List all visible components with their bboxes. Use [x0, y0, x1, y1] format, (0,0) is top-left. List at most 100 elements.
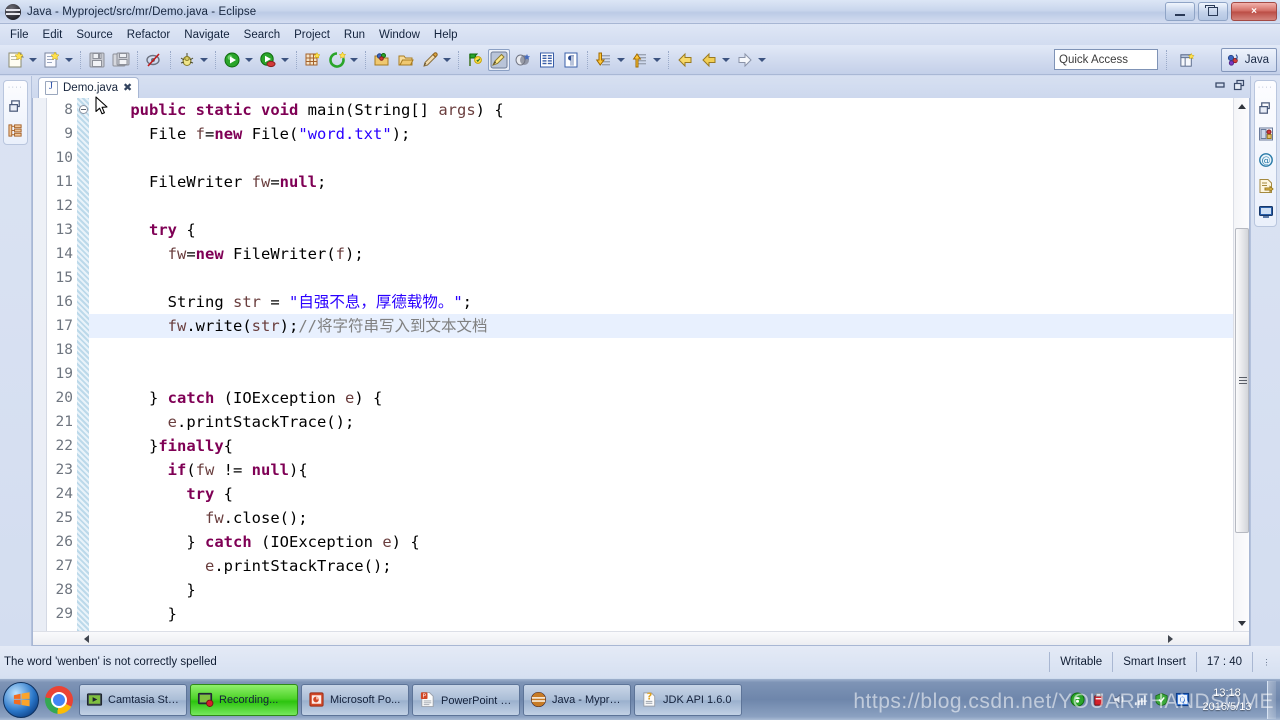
quick-access-input[interactable]: Quick Access [1054, 49, 1158, 70]
code-line[interactable]: } [89, 578, 1233, 602]
code-line[interactable]: e.printStackTrace(); [89, 410, 1233, 434]
save-icon[interactable] [86, 49, 108, 71]
code-line[interactable]: fw=new FileWriter(f); [89, 242, 1233, 266]
package-explorer-icon[interactable] [7, 121, 25, 139]
show-whitespace-icon[interactable] [536, 49, 558, 71]
scroll-down-icon[interactable] [1234, 615, 1249, 631]
new-java-project-icon[interactable] [302, 49, 324, 71]
drag-handle-dots[interactable]: ···· [8, 84, 23, 91]
code-line[interactable]: }finally{ [89, 434, 1233, 458]
antivirus-icon[interactable] [1090, 692, 1106, 708]
taskbar-clock[interactable]: 13:18 2016/5/13 [1195, 686, 1259, 714]
debug-dropdown-icon[interactable] [199, 50, 209, 70]
back-dropdown-icon[interactable] [721, 50, 731, 70]
run-coverage-dropdown-icon[interactable] [280, 50, 290, 70]
volume-icon[interactable] [1111, 692, 1127, 708]
close-button[interactable]: × [1231, 2, 1277, 21]
code-line[interactable] [89, 338, 1233, 362]
previous-annotation-dropdown-icon[interactable] [652, 50, 662, 70]
code-line[interactable]: e.printStackTrace(); [89, 554, 1233, 578]
scroll-up-icon[interactable] [1234, 98, 1249, 114]
code-text[interactable]: public static void main(String[] args) {… [89, 98, 1233, 631]
last-edit-location-icon[interactable] [464, 49, 486, 71]
show-desktop-button[interactable] [1267, 680, 1276, 719]
save-all-icon[interactable] [110, 49, 132, 71]
console-view-icon[interactable] [1257, 203, 1275, 221]
scroll-right-icon[interactable] [1163, 632, 1177, 645]
taskbar-item-camtasia[interactable]: Camtasia Stu... [79, 683, 187, 716]
open-task-icon[interactable] [395, 49, 417, 71]
code-line[interactable]: try { [89, 482, 1233, 506]
declaration-view-icon[interactable] [1257, 177, 1275, 195]
menu-navigate[interactable]: Navigate [177, 27, 236, 43]
drag-handle-dots[interactable]: ···· [1258, 84, 1273, 91]
code-line[interactable]: public static void main(String[] args) { [89, 98, 1233, 122]
run-coverage-icon[interactable] [257, 49, 279, 71]
taskbar-item-jdk-api[interactable]: ? JDK API 1.6.0 [634, 683, 742, 716]
minimize-editor-icon[interactable] [1213, 78, 1227, 92]
sogou-input-icon[interactable] [1069, 692, 1085, 708]
scroll-left-icon[interactable] [79, 632, 93, 645]
start-button[interactable] [3, 681, 39, 718]
folding-collapse-icon[interactable] [79, 105, 88, 114]
menu-source[interactable]: Source [69, 27, 119, 43]
maximize-editor-icon[interactable] [1232, 78, 1246, 92]
menu-file[interactable]: File [3, 27, 36, 43]
next-annotation-icon[interactable] [593, 49, 615, 71]
next-annotation-dropdown-icon[interactable] [616, 50, 626, 70]
code-line[interactable]: FileWriter fw=null; [89, 170, 1233, 194]
menu-help[interactable]: Help [427, 27, 465, 43]
code-line[interactable]: if(fw != null){ [89, 458, 1233, 482]
folding-ruler[interactable] [77, 98, 89, 631]
new-java-class-dropdown-icon[interactable] [64, 50, 74, 70]
perspective-java-button[interactable]: Java [1220, 48, 1277, 72]
code-line[interactable] [89, 362, 1233, 386]
horizontal-scrollbar[interactable] [33, 631, 1249, 645]
debug-icon[interactable] [176, 49, 198, 71]
menu-search[interactable]: Search [237, 27, 287, 43]
link-with-editor-icon[interactable] [512, 49, 534, 71]
search-pencil-dropdown-icon[interactable] [442, 50, 452, 70]
forward-icon[interactable] [734, 49, 756, 71]
new-wizard-icon[interactable] [5, 49, 27, 71]
back-icon[interactable] [674, 49, 696, 71]
network-signal-icon[interactable] [1132, 692, 1148, 708]
code-line[interactable]: } [89, 602, 1233, 626]
new-wizard-dropdown-icon[interactable] [28, 50, 38, 70]
back-alt-icon[interactable] [698, 49, 720, 71]
outline-view-icon[interactable] [1257, 125, 1275, 143]
menu-window[interactable]: Window [372, 27, 427, 43]
360-shield-icon[interactable] [1153, 692, 1169, 708]
taskbar-item-eclipse[interactable]: Java - Myproj... [523, 683, 631, 716]
editor-tab-demo-java[interactable]: Demo.java ✖ [38, 77, 140, 98]
restore-view-icon[interactable] [7, 97, 25, 115]
qq-icon[interactable]: Q [1174, 692, 1190, 708]
external-tools-icon[interactable] [326, 49, 348, 71]
code-line[interactable]: File f=new File("word.txt"); [89, 122, 1233, 146]
menu-run[interactable]: Run [337, 27, 372, 43]
taskbar-chrome-icon[interactable] [45, 685, 73, 714]
run-dropdown-icon[interactable] [244, 50, 254, 70]
toggle-breakpoint-skip-icon[interactable] [143, 49, 165, 71]
code-line[interactable]: try { [89, 218, 1233, 242]
status-resize-handle[interactable]: ⋮ [1252, 652, 1280, 672]
code-line[interactable]: fw.close(); [89, 506, 1233, 530]
toggle-mark-occurrences-icon[interactable] [488, 48, 510, 71]
code-line[interactable]: } catch (IOException e) { [89, 530, 1233, 554]
code-line[interactable]: fw.write(str);//将字符串写入到文本文档 [89, 314, 1233, 338]
code-line[interactable] [89, 194, 1233, 218]
javadoc-view-icon[interactable]: @ [1257, 151, 1275, 169]
vertical-scroll-thumb[interactable] [1235, 228, 1249, 533]
open-type-icon[interactable] [371, 49, 393, 71]
run-icon[interactable] [221, 49, 243, 71]
code-line[interactable]: String str = "自强不息，厚德载物。"; [89, 290, 1233, 314]
search-pencil-icon[interactable] [419, 49, 441, 71]
code-editor[interactable]: 8 9 10 11 12 13 14 15 16 17 18 19 20 21 22 23 24 25 26 27 28… [32, 98, 1250, 646]
previous-annotation-icon[interactable] [629, 49, 651, 71]
taskbar-item-recording[interactable]: Recording... [190, 683, 298, 716]
restore-view-icon[interactable] [1257, 99, 1275, 117]
taskbar-item-powerpoint[interactable]: Microsoft Po... [301, 683, 409, 716]
vertical-scrollbar[interactable] [1233, 98, 1249, 631]
menu-refactor[interactable]: Refactor [120, 27, 177, 43]
taskbar-item-powerpoint-doc[interactable]: P PowerPoint 幻... [412, 683, 520, 716]
